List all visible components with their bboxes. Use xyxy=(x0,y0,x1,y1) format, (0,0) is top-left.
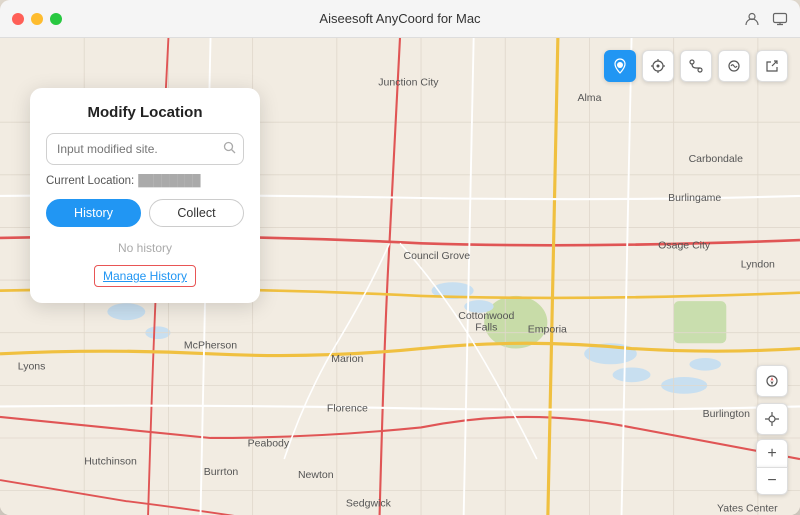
map-controls-top xyxy=(604,50,788,82)
zoom-in-button[interactable]: + xyxy=(756,439,788,467)
svg-text:Florence: Florence xyxy=(327,403,368,415)
svg-text:Falls: Falls xyxy=(475,322,497,334)
svg-text:Newton: Newton xyxy=(298,469,334,481)
svg-text:Hutchinson: Hutchinson xyxy=(84,455,137,467)
minimize-button[interactable] xyxy=(31,13,43,25)
svg-text:Burlington: Burlington xyxy=(703,408,751,420)
svg-text:Alma: Alma xyxy=(577,92,601,104)
export-button[interactable] xyxy=(756,50,788,82)
svg-text:Peabody: Peabody xyxy=(248,437,290,449)
svg-text:Sedgwick: Sedgwick xyxy=(346,497,392,509)
svg-text:Yates Center: Yates Center xyxy=(717,503,778,515)
history-tab[interactable]: History xyxy=(46,199,141,227)
current-location-row: Current Location: ████████ xyxy=(46,175,244,187)
traffic-lights xyxy=(12,13,62,25)
no-history-text: No history xyxy=(46,241,244,255)
svg-text:Carbondale: Carbondale xyxy=(689,153,744,165)
map-controls-right xyxy=(756,365,788,435)
manage-history-link[interactable]: Manage History xyxy=(94,265,196,287)
svg-text:Junction City: Junction City xyxy=(378,76,439,88)
svg-text:Burrton: Burrton xyxy=(204,466,239,478)
app-title: Aiseesoft AnyCoord for Mac xyxy=(319,11,480,26)
search-icon xyxy=(223,141,236,157)
modify-location-panel: Modify Location Current Location: ██████… xyxy=(30,88,260,303)
svg-text:Marion: Marion xyxy=(331,353,363,365)
svg-text:Lyndon: Lyndon xyxy=(741,258,775,270)
user-icon[interactable] xyxy=(744,11,760,27)
svg-text:Cottonwood: Cottonwood xyxy=(458,310,514,322)
svg-text:McPherson: McPherson xyxy=(184,340,237,352)
screen-icon[interactable] xyxy=(772,11,788,27)
compass-button[interactable] xyxy=(756,365,788,397)
svg-text:Osage City: Osage City xyxy=(658,240,711,252)
svg-text:Lyons: Lyons xyxy=(18,361,46,373)
current-location-label: Current Location: xyxy=(46,175,134,187)
tab-row: History Collect xyxy=(46,199,244,227)
svg-text:Council Grove: Council Grove xyxy=(404,250,471,262)
crosshair-button[interactable] xyxy=(756,403,788,435)
zoom-out-button[interactable]: − xyxy=(756,467,788,495)
map-container[interactable]: Junction City Alma Abilene Carbondale Bu… xyxy=(0,38,800,515)
jump-button[interactable] xyxy=(718,50,750,82)
search-box xyxy=(46,133,244,165)
app-window: Aiseesoft AnyCoord for Mac xyxy=(0,0,800,515)
panel-title: Modify Location xyxy=(46,104,244,121)
titlebar: Aiseesoft AnyCoord for Mac xyxy=(0,0,800,38)
map-mode-button[interactable] xyxy=(642,50,674,82)
location-pin-button[interactable] xyxy=(604,50,636,82)
close-button[interactable] xyxy=(12,13,24,25)
svg-text:Emporia: Emporia xyxy=(528,324,567,336)
route-button[interactable] xyxy=(680,50,712,82)
collect-tab[interactable]: Collect xyxy=(149,199,244,227)
current-location-value: ████████ xyxy=(138,175,200,187)
search-input[interactable] xyxy=(46,133,244,165)
svg-text:Burlingame: Burlingame xyxy=(668,192,721,204)
map-controls-zoom: + − xyxy=(756,439,788,495)
maximize-button[interactable] xyxy=(50,13,62,25)
titlebar-actions xyxy=(744,11,788,27)
